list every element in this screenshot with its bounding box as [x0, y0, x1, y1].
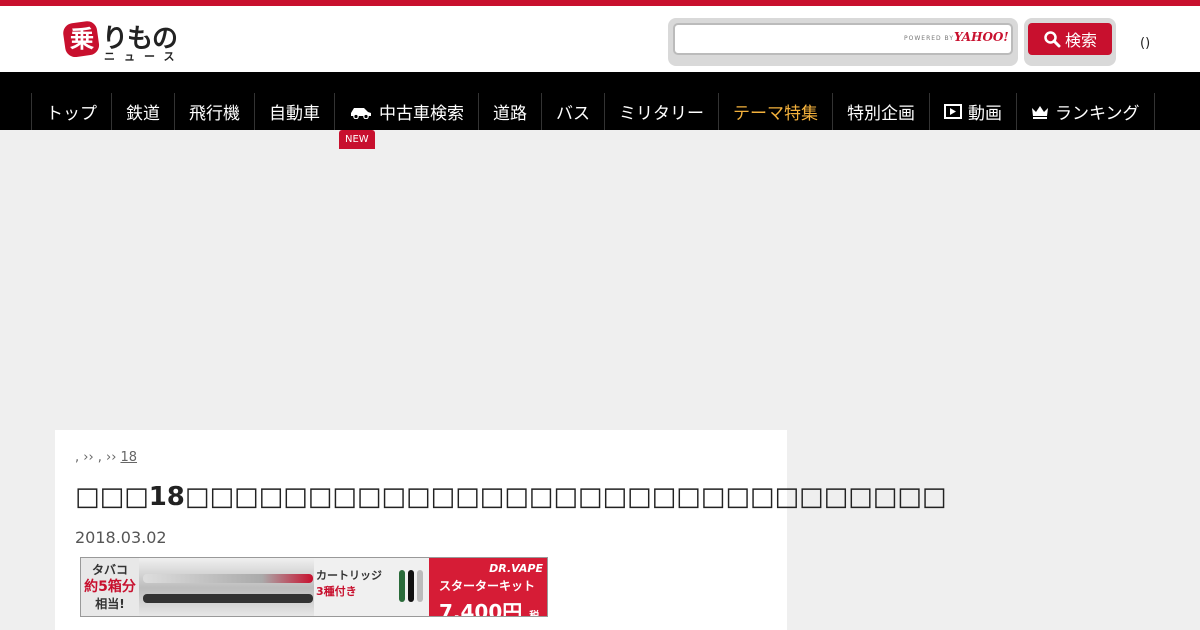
logo-subtext: ニュース [104, 50, 184, 63]
banner-price-panel: DR.VAPE スターターキット 7,400円 税別 [429, 558, 547, 617]
nav-item-top[interactable]: トップ [32, 93, 112, 130]
vape-stick-black [143, 594, 313, 603]
nav-item-railway[interactable]: 鉄道 [112, 93, 175, 130]
search-button[interactable]: 検索 [1028, 23, 1112, 55]
search-button-label: 検索 [1064, 31, 1097, 50]
nav-item-label: 動画 [968, 104, 1002, 124]
svg-text:乗: 乗 [70, 25, 94, 53]
article-title: □□□18□□□□□□□□□□□□□□□□□□□□□□□□□□□□□□□ [75, 482, 947, 512]
nav-item-airplane[interactable]: 飛行機 [175, 93, 255, 130]
nav-list: トップ 鉄道 飛行機 自動車 中古車検索 道路 バス ミリタリー テーマ特集 特… [31, 93, 1155, 130]
article-card: , ›› , ›› 18 □□□18□□□□□□□□□□□□□□□□□□□□□□□… [55, 430, 946, 630]
banner-text: スターターキット [439, 579, 536, 593]
nav-item-bus[interactable]: バス [542, 93, 605, 130]
car-icon [351, 107, 371, 119]
nav-item-road[interactable]: 道路 [479, 93, 542, 130]
site-header: 乗 りもの ニュース POWERED BY YAHOO! 検索 () [0, 6, 1200, 72]
banner-product-image [139, 558, 314, 616]
breadcrumb-prefix: , ›› , ›› [75, 450, 117, 465]
nav-item-label: 自動車 [269, 104, 320, 124]
nav-item-military[interactable]: ミリタリー [605, 93, 719, 130]
powered-by-label: POWERED BY [904, 35, 955, 42]
new-badge: NEW [339, 130, 375, 149]
video-icon [944, 104, 962, 119]
nav-item-label: ランキング [1055, 104, 1140, 124]
breadcrumb: , ›› , ›› 18 [75, 450, 157, 465]
nav-item-car[interactable]: 自動車 [255, 93, 335, 130]
banner-text: 相当! [95, 597, 125, 611]
header-paren-text: () [1140, 36, 1151, 51]
nav-item-label: 中古車検索 [379, 104, 464, 124]
nav-item-used-car-search[interactable]: 中古車検索 [335, 93, 479, 130]
vape-stick-white [143, 574, 313, 583]
nav-item-theme-feature[interactable]: テーマ特集 [719, 93, 833, 130]
banner-text: 約5箱分 [84, 579, 136, 595]
breadcrumb-link[interactable]: 18 [120, 450, 157, 465]
nav-item-video[interactable]: 動画 [930, 93, 1017, 130]
nav-item-label: 鉄道 [126, 104, 160, 124]
nav-item-label: トップ [46, 104, 97, 124]
cartridge-pods [399, 570, 423, 602]
yahoo-logo: YAHOO! [954, 30, 1009, 44]
nav-item-special-project[interactable]: 特別企画 [833, 93, 930, 130]
logo-mark-icon: 乗 [63, 21, 100, 58]
article-date: 2018.03.02 [75, 528, 167, 547]
nav-item-label: 飛行機 [189, 104, 240, 124]
search-box: POWERED BY YAHOO! [668, 18, 1018, 66]
banner-price: 7,400円 税別 [439, 600, 540, 617]
main-nav: NEW トップ 鉄道 飛行機 自動車 中古車検索 道路 バス ミリタリー テーマ… [0, 72, 1200, 149]
nav-item-label: ミリタリー [619, 104, 704, 124]
ad-banner[interactable]: タバコ 約5箱分 相当! カートリッジ 3種付き DR.VAPE スターターキッ… [80, 557, 548, 617]
nav-item-label: 特別企画 [847, 104, 915, 124]
nav-item-ranking[interactable]: ランキング [1017, 93, 1155, 130]
search-icon [1044, 31, 1061, 48]
crown-icon [1032, 105, 1048, 119]
banner-text: タバコ [91, 563, 128, 577]
nav-item-label: バス [556, 104, 590, 124]
banner-brand: DR.VAPE [489, 562, 543, 575]
site-logo[interactable]: 乗 りもの ニュース [62, 18, 192, 64]
search-button-frame: 検索 [1024, 18, 1116, 66]
nav-item-label: テーマ特集 [733, 104, 818, 124]
banner-left-panel: タバコ 約5箱分 相当! [81, 558, 139, 616]
nav-item-label: 道路 [493, 104, 527, 124]
